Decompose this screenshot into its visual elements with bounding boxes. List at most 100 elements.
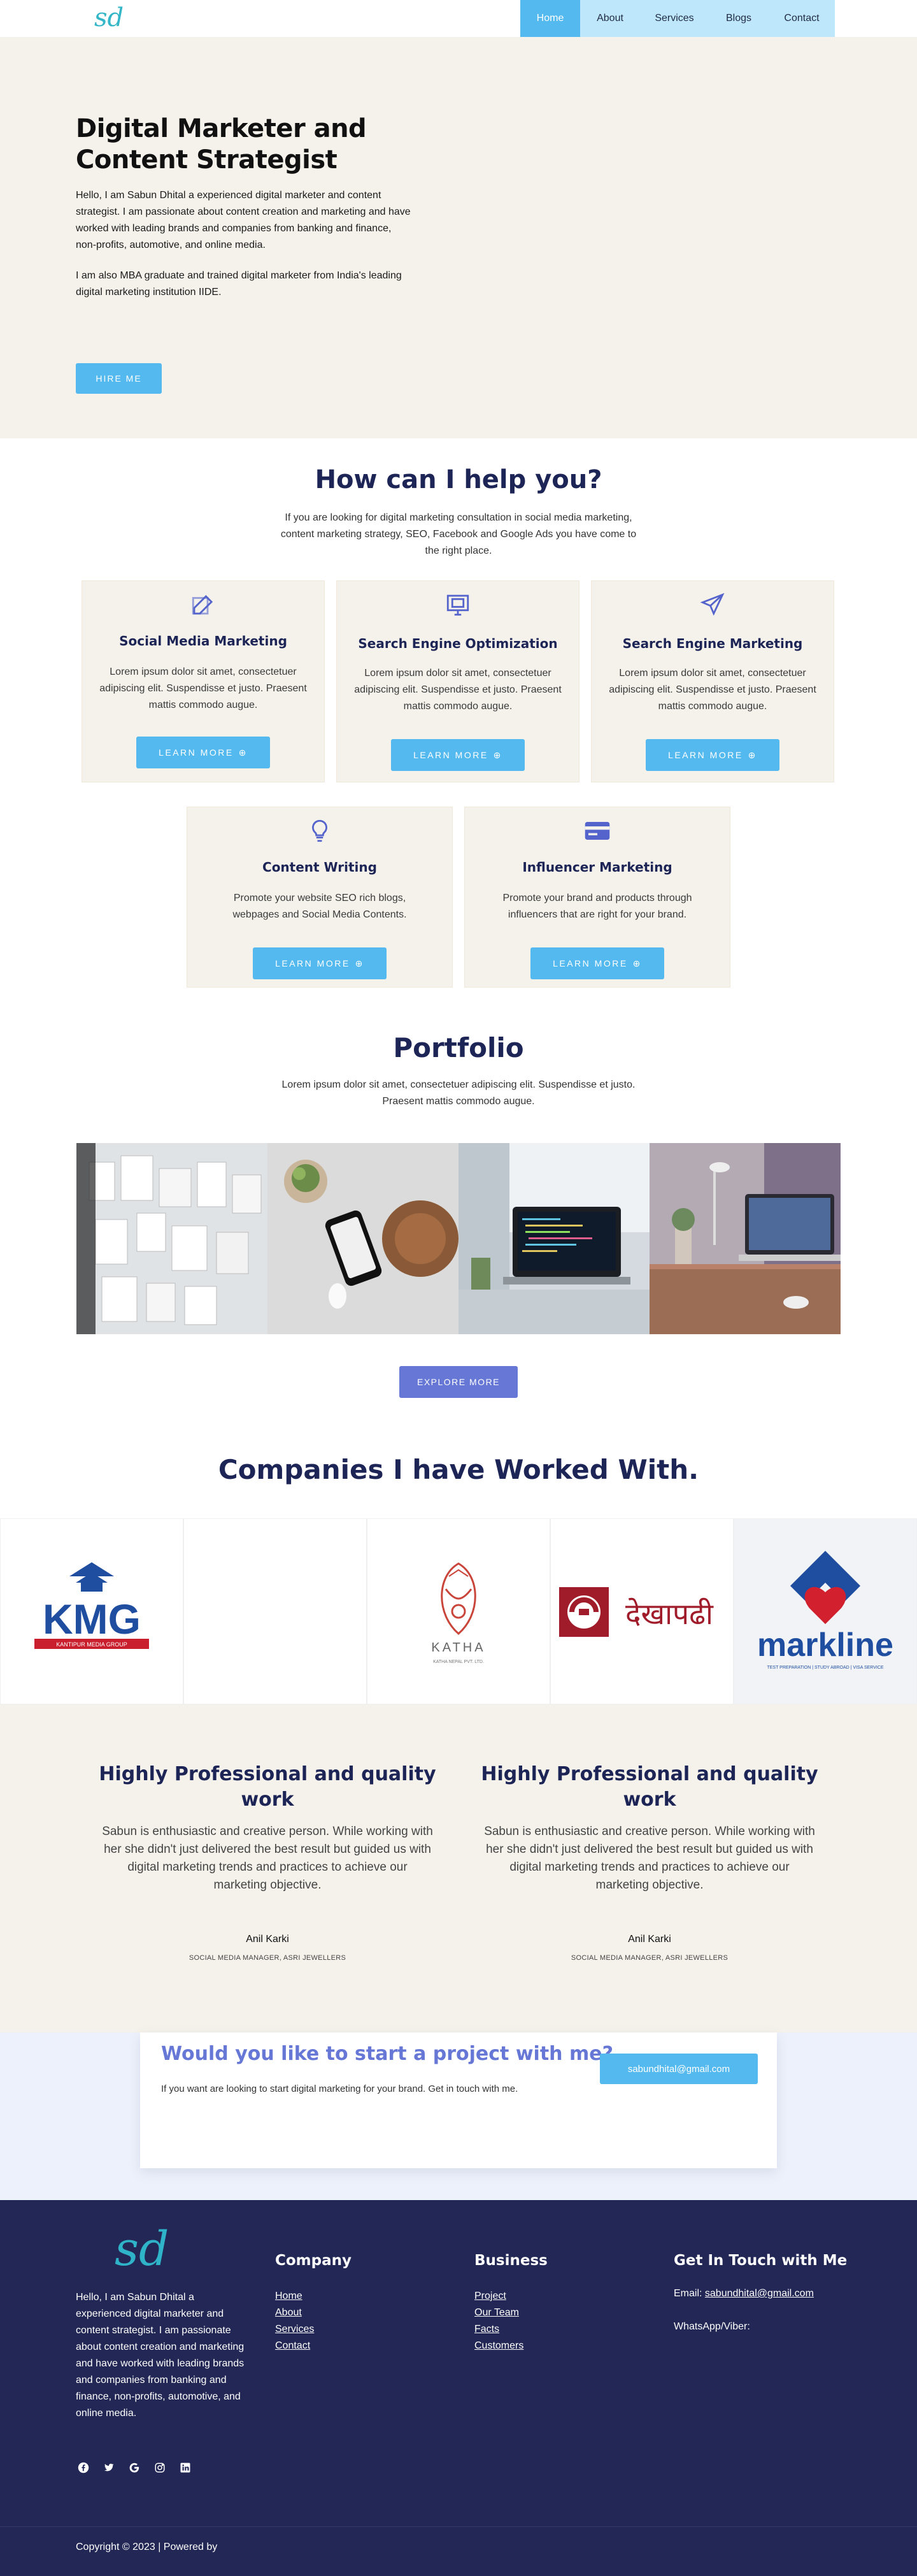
learn-more-label: LEARN MORE xyxy=(668,750,743,760)
main-nav: Home About Services Blogs Contact xyxy=(520,0,835,37)
footer-link-facts[interactable]: Facts xyxy=(474,2321,523,2338)
service-card-title: Influencer Marketing xyxy=(522,860,672,875)
cta-email-button[interactable]: sabundhital@gmail.com xyxy=(600,2054,758,2084)
footer-link-about[interactable]: About xyxy=(275,2305,314,2321)
footer-whatsapp-label: WhatsApp/Viber: xyxy=(674,2321,750,2332)
company-logo-kmg[interactable]: KMG KANTIPUR MEDIA GROUP xyxy=(0,1518,183,1704)
social-links xyxy=(76,2460,193,2475)
google-icon[interactable] xyxy=(127,2460,142,2475)
company-logos: KMG KANTIPUR MEDIA GROUP KATHA KATHA NEP… xyxy=(0,1518,917,1704)
nav-services[interactable]: Services xyxy=(640,0,709,37)
twitter-icon[interactable] xyxy=(101,2460,117,2475)
instagram-icon[interactable] xyxy=(152,2460,167,2475)
footer-divider xyxy=(0,2526,917,2527)
services-title: How can I help you? xyxy=(315,465,602,494)
learn-more-label: LEARN MORE xyxy=(159,747,234,758)
hero-paragraph-1: Hello, I am Sabun Dhital a experienced d… xyxy=(76,190,411,250)
testimonial-text: Sabun is enthusiastic and creative perso… xyxy=(102,1825,433,1892)
service-card-title: Search Engine Marketing xyxy=(622,636,803,651)
learn-more-button[interactable]: LEARN MORE ⊕ xyxy=(136,737,270,768)
service-card-desc: Promote your website SEO rich blogs, web… xyxy=(232,893,407,920)
service-card-title: Search Engine Optimization xyxy=(358,636,558,651)
companies-title: Companies I have Worked With. xyxy=(218,1454,699,1485)
footer-email-link[interactable]: sabundhital@gmail.com xyxy=(705,2288,814,2299)
service-card-desc: Lorem ipsum dolor sit amet, consectetuer… xyxy=(354,668,562,712)
service-card-social-media: Social Media Marketing Lorem ipsum dolor… xyxy=(82,581,324,782)
footer: sd Hello, I am Sabun Dhital a experience… xyxy=(0,2200,917,2576)
footer-link-services[interactable]: Services xyxy=(275,2321,314,2338)
kmg-logo-text: KMG xyxy=(43,1595,141,1643)
company-logo-markline[interactable]: markline TEST PREPARATION | STUDY ABROAD… xyxy=(734,1518,917,1704)
hero-paragraph-2: I am also MBA graduate and trained digit… xyxy=(76,270,402,298)
dekhapadhi-logo-text: देखापढी xyxy=(625,1597,714,1631)
page: sd Home About Services Blogs Contact Dig… xyxy=(0,0,917,2576)
nav-contact[interactable]: Contact xyxy=(769,0,835,37)
testimonial-text: Sabun is enthusiastic and creative perso… xyxy=(484,1825,815,1892)
footer-link-customers[interactable]: Customers xyxy=(474,2338,523,2354)
copyright-text: Copyright © 2023 | Powered by xyxy=(76,2542,218,2552)
testimonial-author: Anil Karki xyxy=(628,1934,671,1945)
footer-company-title: Company xyxy=(275,2252,352,2269)
footer-link-project[interactable]: Project xyxy=(474,2288,523,2305)
footer-contact-title: Get In Touch with Me xyxy=(674,2252,848,2269)
footer-link-home[interactable]: Home xyxy=(275,2288,314,2305)
footer-business-links: Project Our Team Facts Customers xyxy=(474,2288,523,2354)
linkedin-icon[interactable] xyxy=(178,2460,193,2475)
learn-more-button[interactable]: LEARN MORE ⊕ xyxy=(530,947,664,979)
learn-more-button[interactable]: LEARN MORE ⊕ xyxy=(646,739,779,771)
company-logo-blank[interactable] xyxy=(183,1518,367,1704)
site-logo[interactable]: sd xyxy=(94,3,124,33)
service-card-title: Content Writing xyxy=(262,860,377,875)
footer-email-row: Email: sabundhital@gmail.com xyxy=(674,2288,814,2299)
testimonial-role: SOCIAL MEDIA MANAGER, ASRI JEWELLERS xyxy=(188,1954,346,1962)
service-card-content-writing: Content Writing Promote your website SEO… xyxy=(187,807,452,987)
footer-about: Hello, I am Sabun Dhital a experienced d… xyxy=(76,2292,245,2419)
arrow-circle-icon: ⊕ xyxy=(632,958,642,968)
service-card-influencer: Influencer Marketing Promote your brand … xyxy=(465,807,730,987)
portfolio-image-desk[interactable] xyxy=(650,1143,841,1334)
katha-logo-text: KATHA xyxy=(431,1641,485,1655)
testimonials-section: Highly Professional and quality work Sab… xyxy=(0,1704,917,2033)
company-logo-dekhapadhi[interactable]: देखापढी xyxy=(550,1518,734,1704)
nav-blogs[interactable]: Blogs xyxy=(709,0,769,37)
arrow-circle-icon: ⊕ xyxy=(355,958,364,968)
explore-more-button[interactable]: EXPLORE MORE xyxy=(399,1366,518,1398)
markline-logo-caption: TEST PREPARATION | STUDY ABROAD | VISA S… xyxy=(767,1666,883,1670)
footer-logo[interactable]: sd xyxy=(115,2220,169,2278)
facebook-icon[interactable] xyxy=(76,2460,91,2475)
arrow-circle-icon: ⊕ xyxy=(748,749,757,760)
portfolio-grid xyxy=(76,1143,841,1334)
lightbulb-icon xyxy=(187,817,452,844)
hire-me-button[interactable]: HIRE ME xyxy=(76,363,162,394)
service-card-title: Social Media Marketing xyxy=(119,633,287,649)
learn-more-label: LEARN MORE xyxy=(275,958,350,968)
testimonial-card: Highly Professional and quality work Sab… xyxy=(89,1762,446,1894)
markline-logo-text: markline xyxy=(757,1627,893,1664)
nav-about[interactable]: About xyxy=(580,0,640,37)
nav-home[interactable]: Home xyxy=(520,0,580,37)
testimonial-title: Highly Professional and quality work xyxy=(99,1763,436,1811)
arrow-circle-icon: ⊕ xyxy=(238,747,248,758)
footer-company-links: Home About Services Contact xyxy=(275,2288,314,2354)
footer-link-our-team[interactable]: Our Team xyxy=(474,2305,523,2321)
company-logo-katha[interactable]: KATHA KATHA NEPAL PVT. LTD. xyxy=(367,1518,550,1704)
portfolio-image-phone-plant[interactable] xyxy=(267,1143,458,1334)
portfolio-image-documents[interactable] xyxy=(76,1143,267,1334)
portfolio-subtitle: Lorem ipsum dolor sit amet, consectetuer… xyxy=(281,1079,636,1107)
learn-more-button[interactable]: LEARN MORE ⊕ xyxy=(391,739,525,771)
testimonial-title: Highly Professional and quality work xyxy=(481,1763,818,1811)
katha-logo-caption: KATHA NEPAL PVT. LTD. xyxy=(433,1660,484,1664)
footer-business-title: Business xyxy=(474,2252,548,2269)
portfolio-image-laptop-code[interactable] xyxy=(458,1143,650,1334)
learn-more-button[interactable]: LEARN MORE ⊕ xyxy=(253,947,387,979)
hero-section: Digital Marketer and Content Strategist … xyxy=(0,37,917,438)
footer-link-contact[interactable]: Contact xyxy=(275,2338,314,2354)
testimonial-card: Highly Professional and quality work Sab… xyxy=(471,1762,828,1894)
arrow-circle-icon: ⊕ xyxy=(493,749,502,760)
cta-title: Would you like to start a project with m… xyxy=(161,2043,613,2065)
services-subtitle: If you are looking for digital marketing… xyxy=(280,512,637,556)
service-card-desc: Lorem ipsum dolor sit amet, consectetuer… xyxy=(609,668,816,712)
footer-email-label: Email: xyxy=(674,2288,702,2299)
service-card-sem: Search Engine Marketing Lorem ipsum dolo… xyxy=(592,581,834,782)
hero-title: Digital Marketer and Content Strategist xyxy=(76,114,367,175)
